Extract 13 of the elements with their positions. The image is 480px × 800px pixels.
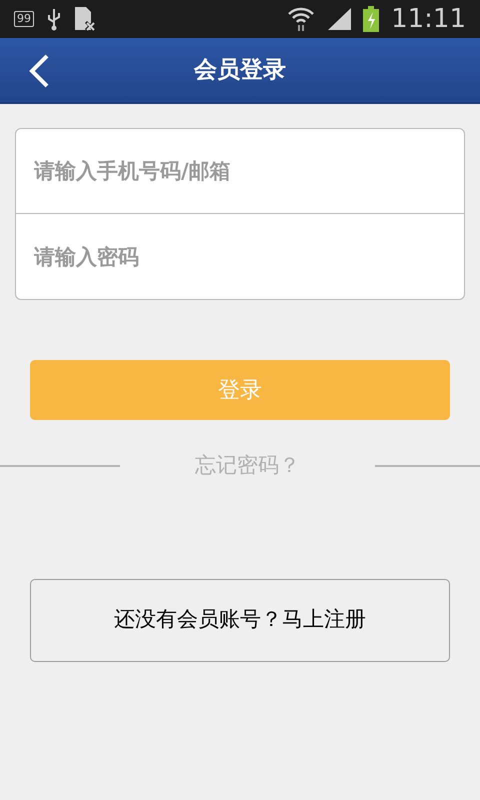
input-field[interactable]: 请输入密码 bbox=[15, 214, 465, 300]
forgot-password-link[interactable]: 忘记密码？ bbox=[120, 450, 375, 482]
input-field[interactable]: 请输入手机号码/邮箱 bbox=[15, 128, 465, 214]
sim-card-icon bbox=[74, 6, 96, 32]
battery-charging-icon bbox=[363, 6, 380, 32]
page-title: 会员登录 bbox=[194, 56, 286, 85]
register-button[interactable]: 还没有会员账号？马上注册 bbox=[30, 578, 450, 662]
wifi-icon bbox=[287, 6, 316, 32]
signal-icon bbox=[327, 8, 352, 30]
usb-icon bbox=[46, 7, 62, 31]
clock-time: 11:11 bbox=[391, 6, 466, 32]
login-button[interactable]: 登录 bbox=[30, 360, 450, 420]
notification-count: 99 bbox=[14, 11, 34, 27]
